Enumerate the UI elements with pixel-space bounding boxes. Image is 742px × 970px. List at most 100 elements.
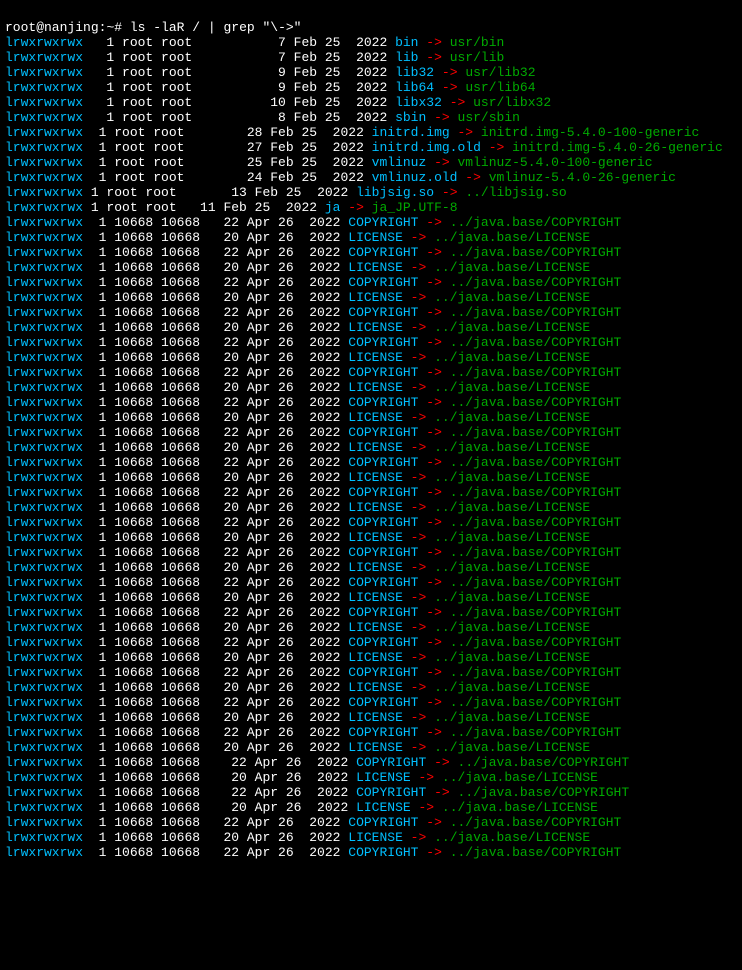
symlink-target: ../java.base/LICENSE	[442, 770, 598, 785]
symlink-arrow-icon: ->	[403, 650, 434, 665]
filename: COPYRIGHT	[348, 305, 418, 320]
file-meta: 1 10668 10668 22 Apr 26 2022	[99, 605, 349, 620]
file-meta: 1 10668 10668 20 Apr 26 2022	[99, 770, 356, 785]
list-item: lrwxrwxrwx 1 10668 10668 20 Apr 26 2022 …	[5, 380, 737, 395]
symlink-target: ../java.base/LICENSE	[434, 500, 590, 515]
list-item: lrwxrwxrwx 1 root root 27 Feb 25 2022 in…	[5, 140, 737, 155]
list-item: lrwxrwxrwx 1 root root 10 Feb 25 2022 li…	[5, 95, 737, 110]
symlink-target: vmlinuz-5.4.0-100-generic	[458, 155, 653, 170]
file-meta: 1 10668 10668 20 Apr 26 2022	[99, 590, 349, 605]
permissions: lrwxrwxrwx	[5, 215, 83, 230]
file-meta: 1 root root 28 Feb 25 2022	[99, 125, 372, 140]
file-meta: 1 10668 10668 20 Apr 26 2022	[99, 560, 349, 575]
permissions: lrwxrwxrwx	[5, 275, 83, 290]
permissions: lrwxrwxrwx	[5, 800, 83, 815]
command: ls -laR / | grep "\->"	[130, 20, 302, 35]
filename: LICENSE	[348, 380, 403, 395]
symlink-target: ../java.base/LICENSE	[434, 560, 590, 575]
symlink-target: ../java.base/COPYRIGHT	[458, 755, 630, 770]
permissions: lrwxrwxrwx	[5, 560, 83, 575]
filename: COPYRIGHT	[348, 455, 418, 470]
symlink-target: ja_JP.UTF-8	[372, 200, 458, 215]
symlink-target: vmlinuz-5.4.0-26-generic	[489, 170, 676, 185]
file-meta: 1 10668 10668 22 Apr 26 2022	[99, 485, 349, 500]
symlink-arrow-icon: ->	[450, 125, 481, 140]
symlink-arrow-icon: ->	[340, 200, 371, 215]
file-meta: 1 10668 10668 20 Apr 26 2022	[99, 260, 349, 275]
filename: LICENSE	[348, 650, 403, 665]
symlink-target: ../java.base/COPYRIGHT	[450, 455, 622, 470]
list-item: lrwxrwxrwx 1 root root 13 Feb 25 2022 li…	[5, 185, 737, 200]
symlink-target: ../java.base/COPYRIGHT	[450, 605, 622, 620]
permissions: lrwxrwxrwx	[5, 455, 83, 470]
list-item: lrwxrwxrwx 1 root root 7 Feb 25 2022 bin…	[5, 35, 737, 50]
list-item: lrwxrwxrwx 1 10668 10668 20 Apr 26 2022 …	[5, 290, 737, 305]
file-meta: 1 10668 10668 22 Apr 26 2022	[99, 785, 356, 800]
file-meta: 1 10668 10668 20 Apr 26 2022	[99, 350, 349, 365]
filename: COPYRIGHT	[356, 785, 426, 800]
symlink-target: ../java.base/LICENSE	[434, 710, 590, 725]
symlink-arrow-icon: ->	[442, 95, 473, 110]
filename: vmlinuz.old	[372, 170, 458, 185]
symlink-target: ../java.base/COPYRIGHT	[450, 575, 622, 590]
filename: LICENSE	[348, 470, 403, 485]
permissions: lrwxrwxrwx	[5, 470, 83, 485]
permissions: lrwxrwxrwx	[5, 425, 83, 440]
symlink-arrow-icon: ->	[426, 785, 457, 800]
permissions: lrwxrwxrwx	[5, 620, 83, 635]
permissions: lrwxrwxrwx	[5, 200, 83, 215]
symlink-target: ../java.base/LICENSE	[434, 740, 590, 755]
filename: COPYRIGHT	[348, 605, 418, 620]
symlink-target: ../java.base/LICENSE	[434, 440, 590, 455]
file-meta: 1 10668 10668 22 Apr 26 2022	[99, 815, 349, 830]
file-meta: 1 root root 9 Feb 25 2022	[106, 65, 395, 80]
symlink-arrow-icon: ->	[403, 380, 434, 395]
permissions: lrwxrwxrwx	[5, 755, 83, 770]
symlink-target: usr/bin	[450, 35, 505, 50]
symlink-target: ../java.base/COPYRIGHT	[450, 365, 622, 380]
filename: LICENSE	[348, 500, 403, 515]
filename: LICENSE	[348, 680, 403, 695]
file-meta: 1 10668 10668 22 Apr 26 2022	[99, 665, 349, 680]
list-item: lrwxrwxrwx 1 10668 10668 22 Apr 26 2022 …	[5, 545, 737, 560]
permissions: lrwxrwxrwx	[5, 680, 83, 695]
symlink-target: ../java.base/COPYRIGHT	[450, 425, 622, 440]
permissions: lrwxrwxrwx	[5, 125, 83, 140]
list-item: lrwxrwxrwx 1 10668 10668 22 Apr 26 2022 …	[5, 395, 737, 410]
filename: COPYRIGHT	[348, 215, 418, 230]
symlink-target: ../java.base/COPYRIGHT	[450, 845, 622, 860]
file-meta: 1 root root 24 Feb 25 2022	[99, 170, 372, 185]
permissions: lrwxrwxrwx	[5, 770, 83, 785]
symlink-arrow-icon: ->	[418, 425, 449, 440]
filename: ja	[325, 200, 341, 215]
permissions: lrwxrwxrwx	[5, 590, 83, 605]
symlink-target: ../java.base/LICENSE	[434, 350, 590, 365]
file-meta: 1 10668 10668 20 Apr 26 2022	[99, 440, 349, 455]
list-item: lrwxrwxrwx 1 10668 10668 22 Apr 26 2022 …	[5, 575, 737, 590]
filename: libjsig.so	[356, 185, 434, 200]
symlink-arrow-icon: ->	[403, 830, 434, 845]
symlink-target: ../java.base/COPYRIGHT	[450, 635, 622, 650]
list-item: lrwxrwxrwx 1 10668 10668 20 Apr 26 2022 …	[5, 230, 737, 245]
permissions: lrwxrwxrwx	[5, 155, 83, 170]
permissions: lrwxrwxrwx	[5, 380, 83, 395]
symlink-target: ../java.base/COPYRIGHT	[450, 215, 622, 230]
list-item: lrwxrwxrwx 1 10668 10668 20 Apr 26 2022 …	[5, 470, 737, 485]
permissions: lrwxrwxrwx	[5, 230, 83, 245]
symlink-target: ../java.base/LICENSE	[434, 530, 590, 545]
filename: COPYRIGHT	[348, 245, 418, 260]
permissions: lrwxrwxrwx	[5, 500, 83, 515]
file-meta: 1 10668 10668 20 Apr 26 2022	[99, 470, 349, 485]
filename: LICENSE	[348, 710, 403, 725]
file-meta: 1 root root 7 Feb 25 2022	[106, 50, 395, 65]
symlink-target: ../java.base/LICENSE	[434, 320, 590, 335]
file-meta: 1 10668 10668 22 Apr 26 2022	[99, 725, 349, 740]
symlink-target: ../java.base/COPYRIGHT	[450, 245, 622, 260]
filename: lib64	[395, 80, 434, 95]
symlink-arrow-icon: ->	[403, 230, 434, 245]
file-meta: 1 10668 10668 22 Apr 26 2022	[99, 575, 349, 590]
symlink-arrow-icon: ->	[403, 530, 434, 545]
symlink-target: ../java.base/COPYRIGHT	[450, 665, 622, 680]
symlink-arrow-icon: ->	[418, 665, 449, 680]
permissions: lrwxrwxrwx	[5, 350, 83, 365]
